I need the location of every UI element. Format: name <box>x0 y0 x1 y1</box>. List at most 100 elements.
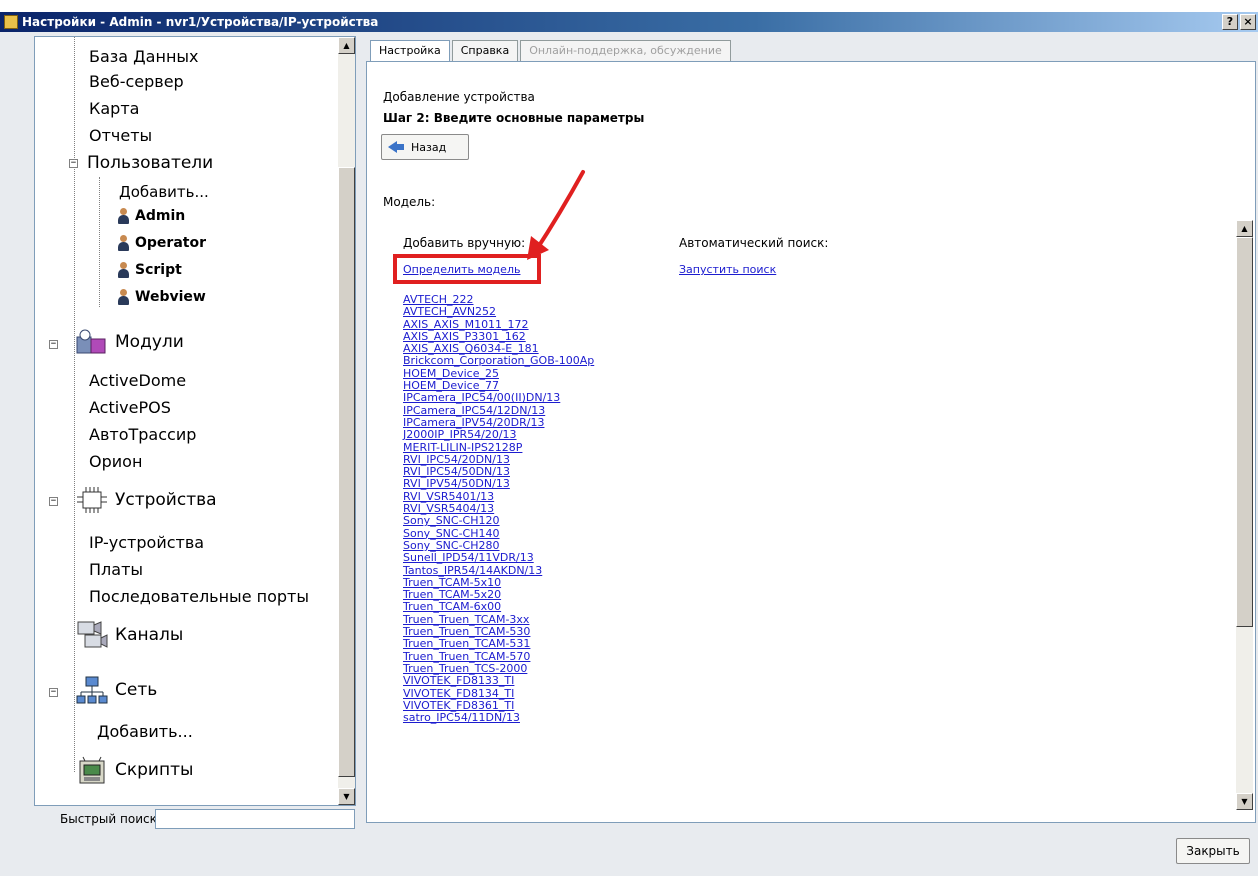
tree-item-activedome[interactable]: ActiveDome <box>89 371 186 390</box>
tree-item-database[interactable]: База Данных <box>89 47 199 66</box>
collapse-network-toggle[interactable]: − <box>49 688 58 697</box>
settings-content: Добавление устройства Шаг 2: Введите осн… <box>366 61 1256 823</box>
chip-icon <box>75 485 109 515</box>
tree-item-label: База Данных <box>89 47 199 66</box>
tree-item-add-user[interactable]: Добавить... <box>119 183 209 201</box>
scroll-up-arrow-icon[interactable]: ▲ <box>338 37 355 54</box>
model-link[interactable]: Brickcom_Corporation_GOB-100Ap <box>403 355 594 368</box>
tree-item-label: Добавить... <box>119 183 209 201</box>
model-link[interactable]: VIVOTEK_FD8134_TI <box>403 687 594 700</box>
tree-item-ip-devices[interactable]: IP-устройства <box>89 533 204 552</box>
user-icon <box>117 235 129 251</box>
model-link[interactable]: IPCamera_IPC54/00(II)DN/13 <box>403 392 594 405</box>
tab-bar: Настройка Справка Онлайн-поддержка, обсу… <box>370 40 733 63</box>
app-icon <box>4 15 18 29</box>
model-link[interactable]: Sunell_IPD54/11VDR/13 <box>403 551 594 564</box>
manual-add-label: Добавить вручную: <box>403 236 526 250</box>
start-search-link[interactable]: Запустить поиск <box>679 263 776 276</box>
model-link[interactable]: RVI_IPV54/50DN/13 <box>403 478 594 491</box>
tree-item-label: ActiveDome <box>89 371 187 390</box>
tree-scrollbar[interactable]: ▲ ▼ <box>338 37 355 805</box>
back-arrow-icon <box>388 141 404 153</box>
tree-item-label: Каналы <box>115 625 184 645</box>
quick-search-label: Быстрый поиск: <box>60 812 161 826</box>
back-button-label: Назад <box>411 140 447 154</box>
cameras-icon <box>75 620 109 650</box>
tree-item-label: Добавить... <box>97 722 193 741</box>
window-title: Настройки - Admin - nvr1/Устройства/IP-у… <box>22 15 379 29</box>
tree-item-label: Веб-сервер <box>89 72 184 91</box>
network-icon <box>75 675 109 705</box>
model-link[interactable]: VIVOTEK_FD8133_TI <box>403 674 594 687</box>
tree-item-label: Последовательные порты <box>89 587 309 606</box>
tree-item-scripts[interactable]: Скрипты <box>75 755 193 785</box>
page-heading: Добавление устройства <box>383 90 535 104</box>
tree-item-network[interactable]: Сеть <box>75 675 157 705</box>
tree-item-reports[interactable]: Отчеты <box>89 126 152 145</box>
scroll-up-arrow-icon[interactable]: ▲ <box>1236 220 1253 237</box>
collapse-devices-toggle[interactable]: − <box>49 497 58 506</box>
red-arrow-icon <box>527 170 585 260</box>
content-scroll-thumb[interactable] <box>1236 237 1253 627</box>
model-link[interactable]: Sony_SNC-CH120 <box>403 515 594 528</box>
tree-item-label: АвтоТрассир <box>89 425 197 444</box>
model-link[interactable]: Truen_TCAM-6x00 <box>403 601 594 614</box>
tree-item-label: IP-устройства <box>89 533 205 552</box>
tree-item-label: Сеть <box>115 680 158 700</box>
tree-item-devices[interactable]: Устройства <box>75 485 217 515</box>
user-icon <box>117 289 129 305</box>
model-link[interactable]: Truen_Truen_TCAM-531 <box>403 638 594 651</box>
model-link[interactable]: Tantos_IPR54/14AKDN/13 <box>403 564 594 577</box>
settings-tree: База Данных Веб-сервер Карта Отчеты − По… <box>34 36 356 806</box>
tree-item-autotrassir[interactable]: АвтоТрассир <box>89 425 196 444</box>
scroll-down-arrow-icon[interactable]: ▼ <box>338 788 355 805</box>
tree-item-label: Орион <box>89 452 143 471</box>
tree-item-orion[interactable]: Орион <box>89 452 142 471</box>
scroll-down-arrow-icon[interactable]: ▼ <box>1236 793 1253 810</box>
script-robot-icon <box>75 755 109 785</box>
user-icon <box>117 208 129 224</box>
window-close-button[interactable]: × <box>1240 14 1256 30</box>
tree-item-label: Admin <box>135 208 186 224</box>
puzzle-icon <box>75 327 109 357</box>
model-link[interactable]: satro_IPC54/11DN/13 <box>403 711 594 724</box>
tree-item-user-operator[interactable]: Operator <box>117 235 206 251</box>
tree-scroll-thumb[interactable] <box>338 167 355 777</box>
close-button[interactable]: Закрыть <box>1176 838 1250 864</box>
tree-item-user-webview[interactable]: Webview <box>117 289 206 305</box>
tree-item-label: Модули <box>115 332 184 352</box>
tree-item-label: Script <box>135 262 182 278</box>
tree-item-label: Карта <box>89 99 140 118</box>
tree-item-serial-ports[interactable]: Последовательные порты <box>89 587 309 606</box>
tree-item-add-network[interactable]: Добавить... <box>97 722 193 741</box>
tree-item-boards[interactable]: Платы <box>89 560 143 579</box>
tree-item-webserver[interactable]: Веб-сервер <box>89 72 184 91</box>
collapse-modules-toggle[interactable]: − <box>49 340 58 349</box>
collapse-users-toggle[interactable]: − <box>69 159 78 168</box>
content-scrollbar[interactable]: ▲ ▼ <box>1236 220 1253 810</box>
model-link[interactable]: J2000IP_IPR54/20/13 <box>403 428 594 441</box>
tree-item-user-admin[interactable]: Admin <box>117 208 185 224</box>
tree-item-channels[interactable]: Каналы <box>75 620 183 650</box>
tree-item-label: Скрипты <box>115 760 194 780</box>
tab-help[interactable]: Справка <box>451 40 519 62</box>
tab-settings[interactable]: Настройка <box>370 40 450 63</box>
quick-search-input[interactable] <box>155 809 355 829</box>
model-label: Модель: <box>383 195 436 209</box>
tree-item-label: ActivePOS <box>89 398 171 417</box>
script-user-icon <box>117 262 129 278</box>
tree-item-map[interactable]: Карта <box>89 99 139 118</box>
auto-search-label: Автоматический поиск: <box>679 236 829 250</box>
tree-item-users[interactable]: Пользователи <box>87 153 213 173</box>
detect-model-link[interactable]: Определить модель <box>403 263 520 276</box>
model-link[interactable]: MERIT-LILIN-IPS2128P <box>403 441 594 454</box>
back-button[interactable]: Назад <box>381 134 469 160</box>
model-link[interactable]: AVTECH_AVN252 <box>403 305 594 318</box>
tree-item-user-script[interactable]: Script <box>117 262 182 278</box>
tab-online-support: Онлайн-поддержка, обсуждение <box>520 40 731 62</box>
help-button[interactable]: ? <box>1222 14 1238 30</box>
window-titlebar: Настройки - Admin - nvr1/Устройства/IP-у… <box>0 12 1258 32</box>
tree-item-label: Webview <box>135 289 206 305</box>
tree-item-activepos[interactable]: ActivePOS <box>89 398 171 417</box>
tree-item-modules[interactable]: Модули <box>75 327 184 357</box>
